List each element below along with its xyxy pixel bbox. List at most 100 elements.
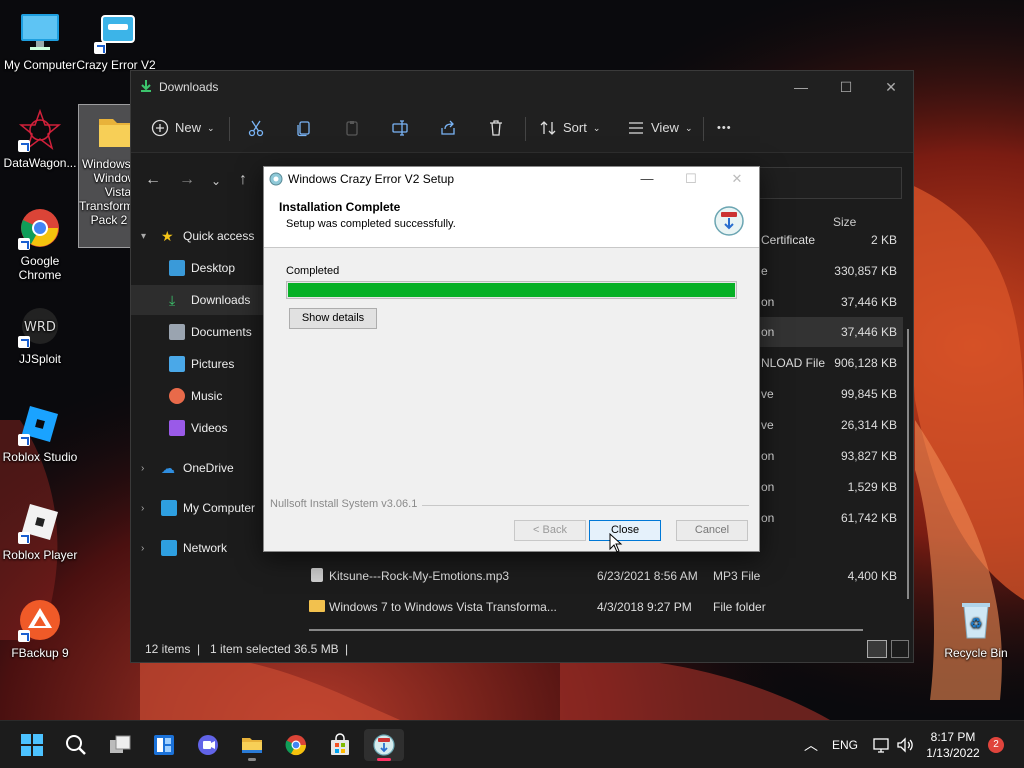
clock-date: 1/13/2022: [926, 746, 980, 760]
task-view-button[interactable]: [100, 729, 140, 761]
start-button[interactable]: [12, 729, 52, 761]
recycle-bin-icon: ♻: [954, 598, 998, 642]
tiles-view-button[interactable]: [891, 640, 909, 658]
setup-dialog[interactable]: Windows Crazy Error V2 Setup — ☐ ✕ Insta…: [263, 166, 760, 552]
rename-button[interactable]: [391, 117, 409, 139]
clock-time: 8:17 PM: [930, 730, 976, 744]
share-button[interactable]: [439, 117, 457, 139]
download-folder-icon: [141, 80, 151, 92]
roblox-player-icon: [18, 500, 62, 544]
cancel-button[interactable]: Cancel: [676, 520, 748, 541]
search-button[interactable]: [56, 729, 96, 761]
desktop-icon-google-chrome[interactable]: Google Chrome: [0, 206, 80, 282]
minimize-button[interactable]: —: [786, 77, 816, 97]
close-button[interactable]: Close: [589, 520, 661, 541]
installer-disc-icon: [373, 734, 395, 756]
maximize-button[interactable]: ☐: [831, 77, 861, 97]
file-explorer-taskbar-button[interactable]: [232, 729, 272, 761]
copy-button[interactable]: [295, 117, 313, 139]
store-taskbar-button[interactable]: [320, 729, 360, 761]
desktop-icon-datawagon[interactable]: DataWagon...: [0, 108, 80, 170]
volume-icon[interactable]: [896, 736, 914, 754]
table-row[interactable]: Windows 7 to Windows Vista Transforma...…: [291, 592, 903, 622]
close-window-button[interactable]: ✕: [724, 169, 750, 189]
shortcut-arrow-icon: [94, 42, 106, 54]
details-view-button[interactable]: [867, 640, 887, 658]
system-clock[interactable]: 8:17 PM 1/13/2022: [922, 729, 984, 761]
close-window-button[interactable]: ✕: [876, 77, 906, 97]
desktop-icon-jjsploit[interactable]: WRD JJSploit: [0, 304, 80, 366]
setup-title: Windows Crazy Error V2 Setup: [288, 172, 455, 186]
network-icon[interactable]: [872, 736, 890, 754]
file-type: on: [761, 449, 775, 463]
notification-badge[interactable]: 2: [988, 737, 1004, 753]
file-type: ve: [761, 418, 774, 432]
minimize-button[interactable]: —: [634, 169, 660, 189]
desktop-icon-roblox-studio[interactable]: Roblox Studio: [0, 402, 80, 464]
shortcut-arrow-icon: [18, 336, 30, 348]
setup-header: Installation Complete Setup was complete…: [264, 191, 759, 248]
shortcut-arrow-icon: [18, 434, 30, 446]
sidebar-item-label: Quick access: [183, 229, 255, 243]
item-count: 12 items: [145, 642, 191, 656]
file-type: Certificate: [761, 233, 816, 247]
toolbar-divider: [525, 117, 526, 141]
delete-button[interactable]: [487, 117, 505, 139]
horizontal-scrollbar[interactable]: [309, 629, 863, 631]
nsis-branding: Nullsoft Install System v3.06.1: [270, 498, 418, 510]
widgets-button[interactable]: [144, 729, 184, 761]
file-type: MP3 File: [713, 569, 761, 583]
chevron-down-icon: ⌄: [592, 123, 601, 133]
desktop-icon-my-computer[interactable]: My Computer: [0, 10, 80, 72]
selection-size: 36.5 MB: [294, 642, 339, 656]
maximize-button[interactable]: ☐: [678, 169, 704, 189]
chrome-icon: [18, 206, 62, 250]
desktop-icon: [169, 260, 185, 276]
sidebar-item-label: Documents: [191, 325, 252, 339]
input-language[interactable]: ENG: [832, 738, 858, 752]
forward-arrow-icon[interactable]: →: [179, 171, 195, 189]
datawagon-icon: [18, 108, 62, 152]
jjsploit-icon: WRD: [18, 304, 62, 348]
more-options-button[interactable]: •••: [717, 117, 732, 139]
file-size: 26,314 KB: [840, 418, 897, 432]
desktop-icon-crazy-error[interactable]: Crazy Error V2: [76, 10, 156, 72]
setup-title-bar[interactable]: Windows Crazy Error V2 Setup — ☐ ✕: [264, 167, 759, 191]
sidebar-item-label: OneDrive: [183, 461, 234, 475]
desktop-icon-fbackup[interactable]: FBackup 9: [0, 598, 80, 660]
chevron-down-icon: ⌄: [684, 123, 693, 133]
chrome-taskbar-button[interactable]: [276, 729, 316, 761]
paste-button[interactable]: [343, 117, 361, 139]
copy-icon: [297, 121, 310, 137]
teams-chat-button[interactable]: [188, 729, 228, 761]
up-arrow-icon[interactable]: ↑: [239, 171, 247, 189]
chevron-down-icon: ▾: [141, 230, 147, 242]
desktop-icon-roblox-player[interactable]: Roblox Player: [0, 500, 80, 562]
file-size: 906,128 KB: [834, 356, 897, 370]
sidebar-item-label: Downloads: [191, 293, 251, 307]
windows-logo-icon: [21, 734, 43, 756]
mouse-cursor-icon: [609, 533, 623, 553]
chevron-right-icon: ›: [141, 462, 145, 474]
back-arrow-icon[interactable]: ←: [145, 171, 161, 189]
running-indicator: [377, 758, 391, 761]
monitor-icon: [161, 500, 177, 516]
sort-button[interactable]: Sort ⌄: [539, 117, 600, 139]
recent-chevron-icon[interactable]: ⌄: [211, 174, 221, 188]
roblox-studio-icon: [18, 402, 62, 446]
vertical-scrollbar[interactable]: [907, 329, 909, 599]
desktop-icon-label: Roblox Studio: [2, 450, 78, 464]
new-button[interactable]: New ⌄: [151, 117, 215, 139]
show-details-button[interactable]: Show details: [289, 308, 377, 329]
view-button[interactable]: View ⌄: [627, 117, 693, 139]
table-row[interactable]: Kitsune---Rock-My-Emotions.mp3 6/23/2021…: [291, 561, 903, 591]
desktop-icon-recycle-bin[interactable]: ♻ Recycle Bin: [936, 598, 1016, 660]
setup-taskbar-button[interactable]: [364, 729, 404, 761]
status-bar: 12 items | 1 item selected 36.5 MB |: [131, 636, 913, 662]
back-button[interactable]: < Back: [514, 520, 586, 541]
file-size: 1,529 KB: [847, 480, 897, 494]
store-icon: [331, 733, 349, 755]
show-hidden-icons-chevron-icon[interactable]: ︿: [804, 735, 818, 755]
cut-button[interactable]: [247, 117, 265, 139]
explorer-title-bar[interactable]: Downloads — ☐ ✕: [131, 71, 913, 103]
